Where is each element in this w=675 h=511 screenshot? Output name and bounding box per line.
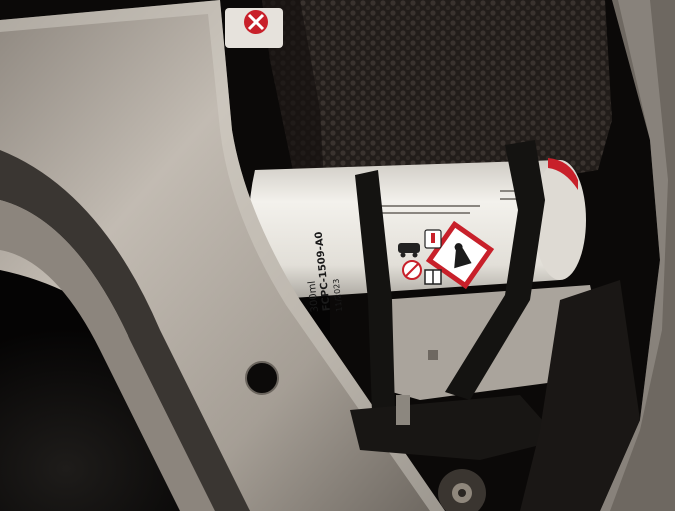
no-fire-icon	[402, 260, 422, 280]
read-manual-icon	[424, 269, 442, 285]
scene-graphic: 300ml FCPC-1509-A0 11/2023	[0, 0, 675, 511]
photo-scene: 300ml FCPC-1509-A0 11/2023	[0, 0, 675, 511]
top-sticker	[225, 8, 283, 48]
flammable-hazard-icon	[424, 229, 442, 249]
